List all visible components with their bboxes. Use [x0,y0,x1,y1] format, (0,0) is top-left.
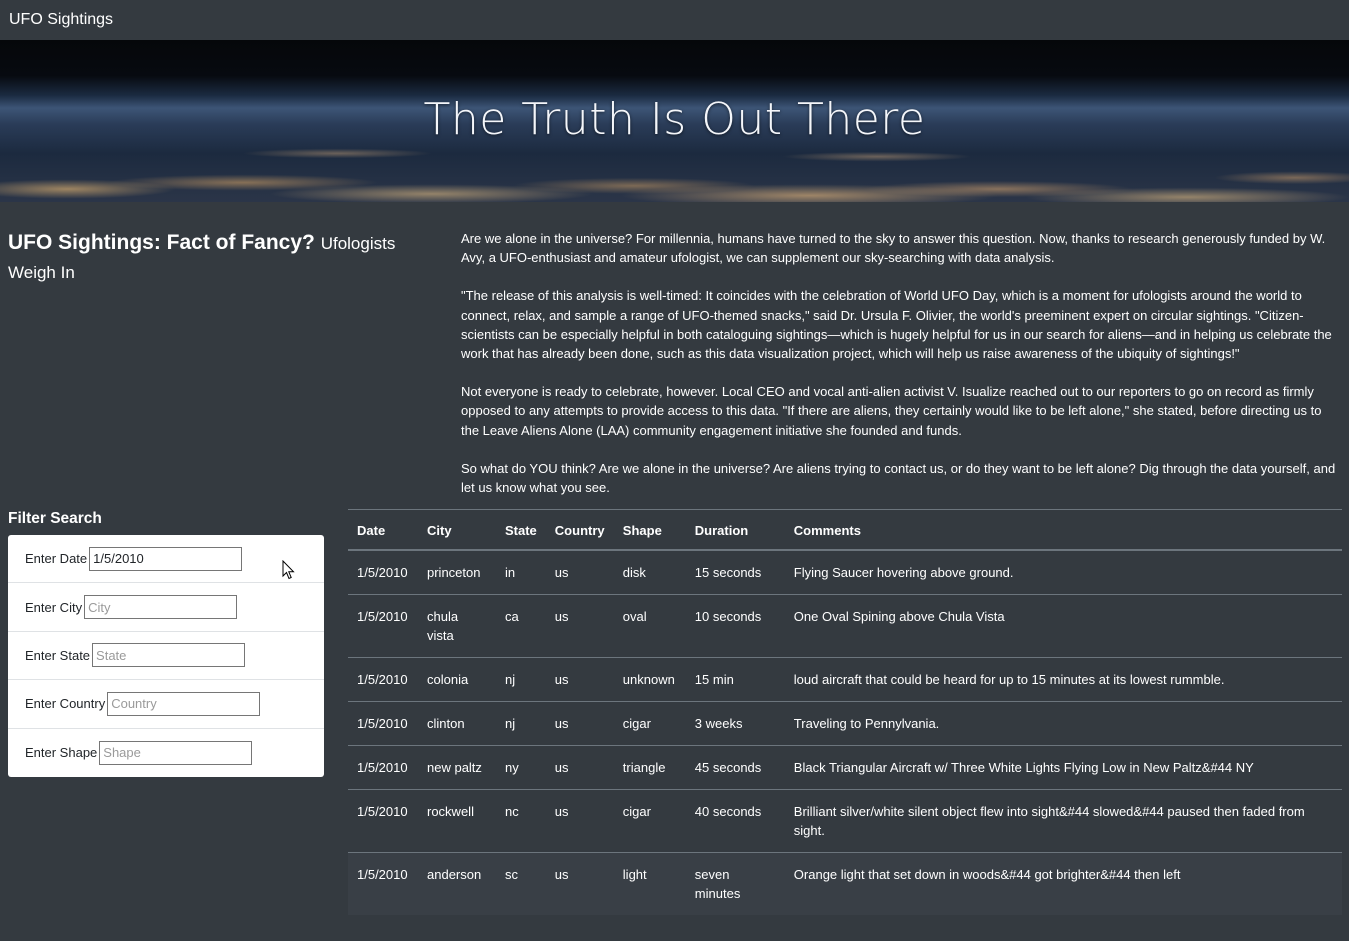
col-header-country: Country [545,509,614,551]
cell-country: us [545,789,614,853]
state-input[interactable] [92,643,246,668]
table-row: 1/5/2010 new paltz ny us triangle 45 sec… [348,745,1342,790]
cell-duration: seven minutes [685,852,785,915]
cell-shape: oval [613,594,686,658]
cell-date: 1/5/2010 [348,789,418,853]
col-header-shape: Shape [613,509,686,551]
article-paragraph: "The release of this analysis is well-ti… [461,288,1332,362]
cell-date: 1/5/2010 [348,701,418,746]
table-header-row: Date City State Country Shape Duration C… [348,509,1342,551]
table-row: 1/5/2010 rockwell nc us cigar 40 seconds… [348,789,1342,853]
date-input[interactable] [89,546,243,571]
city-label: Enter City [25,599,83,615]
state-label: Enter State [25,647,91,663]
navbar-brand[interactable]: UFO Sightings [9,11,113,29]
col-header-date: Date [348,509,418,551]
cell-shape: disk [613,549,686,595]
col-header-state: State [496,509,546,551]
filter-item-shape: Enter Shape [8,729,324,777]
article-paragraph: Are we alone in the universe? For millen… [461,231,1326,266]
filter-item-city: Enter City [8,583,324,632]
page-title-main: UFO Sightings: Fact of Fancy? [8,231,315,254]
cell-country: us [545,852,614,915]
filter-search-title: Filter Search [8,510,102,527]
shape-input[interactable] [99,740,253,765]
hero-banner: The Truth Is Out There [0,40,1349,202]
ufo-table-container: Date City State Country Shape Duration C… [348,509,1342,915]
cell-date: 1/5/2010 [348,657,418,702]
cell-city: clinton [418,701,496,746]
table-row: 1/5/2010 anderson sc us light seven minu… [348,852,1342,915]
cell-date: 1/5/2010 [348,745,418,790]
cell-shape: cigar [613,789,686,853]
cell-city: princeton [418,549,496,595]
cell-duration: 15 seconds [685,549,785,595]
cell-country: us [545,657,614,702]
intro-article: Are we alone in the universe? For millen… [461,229,1343,516]
cell-state: nc [496,789,546,853]
filter-item-country: Enter Country [8,680,324,729]
cell-country: us [545,701,614,746]
col-header-comments: Comments [784,509,1342,551]
cell-state: ny [496,745,546,790]
cell-date: 1/5/2010 [348,594,418,658]
cell-city: rockwell [418,789,496,853]
shape-label: Enter Shape [25,745,98,761]
cell-comments: Black Triangular Aircraft w/ Three White… [784,745,1342,790]
cell-duration: 10 seconds [685,594,785,658]
article-paragraph: So what do YOU think? Are we alone in th… [461,460,1336,496]
cell-date: 1/5/2010 [348,852,418,915]
cell-state: in [496,549,546,595]
filter-list: Enter Date Enter City Enter State Enter … [8,535,324,777]
cell-duration: 15 min [685,657,785,702]
cell-city: colonia [418,657,496,702]
cell-duration: 45 seconds [685,745,785,790]
cell-state: sc [496,852,546,915]
cell-comments: Brilliant silver/white silent object fle… [784,789,1342,853]
table-row: 1/5/2010 clinton nj us cigar 3 weeks Tra… [348,701,1342,746]
cell-comments: Traveling to Pennylvania. [784,701,1342,746]
col-header-city: City [418,509,496,551]
cell-date: 1/5/2010 [348,549,418,595]
cell-country: us [545,549,614,595]
cell-shape: light [613,852,686,915]
date-label: Enter Date [25,551,88,567]
city-input[interactable] [84,595,238,620]
navbar: UFO Sightings [0,0,1349,40]
cell-duration: 3 weeks [685,701,785,746]
cell-duration: 40 seconds [685,789,785,853]
col-header-duration: Duration [685,509,785,551]
cell-city: new paltz [418,745,496,790]
article-paragraph: Not everyone is ready to celebrate, howe… [461,384,1322,438]
cell-comments: Orange light that set down in woods&#44 … [784,852,1342,915]
cell-city: chula vista [418,594,496,658]
page-title: UFO Sightings: Fact of Fancy? Ufologists… [8,229,428,287]
cell-shape: triangle [613,745,686,790]
cell-comments: One Oval Spining above Chula Vista [784,594,1342,658]
filter-item-date: Enter Date [8,535,324,584]
cell-shape: unknown [613,657,686,702]
cell-comments: loud aircraft that could be heard for up… [784,657,1342,702]
cell-comments: Flying Saucer hovering above ground. [784,549,1342,595]
table-body: 1/5/2010 princeton in us disk 15 seconds… [348,549,1342,915]
table-row: 1/5/2010 princeton in us disk 15 seconds… [348,549,1342,595]
country-input[interactable] [107,691,261,716]
table-row: 1/5/2010 chula vista ca us oval 10 secon… [348,594,1342,658]
filter-item-state: Enter State [8,632,324,681]
cell-city: anderson [418,852,496,915]
table-row: 1/5/2010 colonia nj us unknown 15 min lo… [348,657,1342,702]
country-label: Enter Country [25,696,106,712]
cell-country: us [545,594,614,658]
cell-state: ca [496,594,546,658]
hero-title: The Truth Is Out There [423,94,926,145]
cell-country: us [545,745,614,790]
cell-state: nj [496,657,546,702]
mouse-cursor-icon [282,560,295,580]
ufo-table: Date City State Country Shape Duration C… [348,509,1342,915]
cell-state: nj [496,701,546,746]
cell-shape: cigar [613,701,686,746]
